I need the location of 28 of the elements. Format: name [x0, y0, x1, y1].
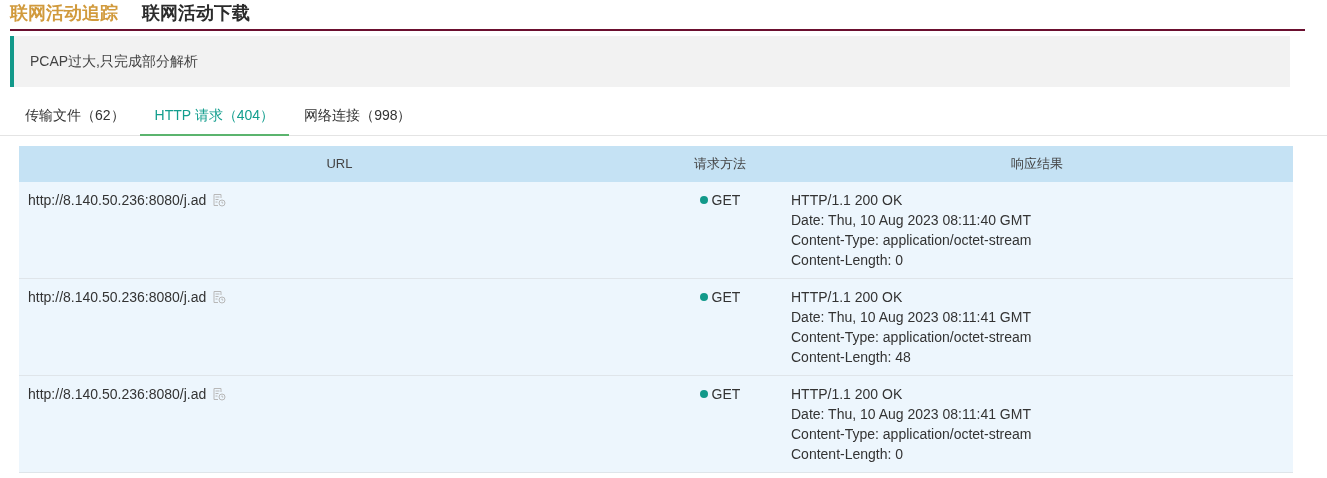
- url-text: http://8.140.50.236:8080/j.ad: [28, 385, 207, 404]
- column-header: 请求方法: [694, 155, 746, 174]
- response-line: Date: Thu, 10 Aug 2023 08:11:40 GMT: [791, 211, 1032, 230]
- response-line: Content-Type: application/octet-stream: [791, 231, 1033, 250]
- method-text: GET: [711, 191, 741, 210]
- header-tab[interactable]: 联网活动下载: [142, 0, 250, 29]
- url-text: http://8.140.50.236:8080/j.ad: [28, 288, 207, 307]
- response-line: Content-Type: application/octet-stream: [791, 425, 1033, 444]
- response-line: Date: Thu, 10 Aug 2023 08:11:41 GMT: [791, 405, 1032, 424]
- column-header: URL: [326, 155, 353, 174]
- tab[interactable]: 网络连接（998）: [289, 97, 427, 136]
- response-line: HTTP/1.1 200 OK: [791, 288, 904, 307]
- response-line: Content-Length: 0: [791, 445, 905, 464]
- column-header: 响应结果: [1010, 155, 1063, 174]
- response-line: Content-Length: 48: [791, 348, 912, 367]
- document-clock-icon[interactable]: [212, 387, 227, 401]
- response-line: HTTP/1.1 200 OK: [791, 191, 904, 210]
- alert-text: PCAP过大,只完成部分解析: [30, 52, 198, 71]
- document-clock-icon[interactable]: [212, 290, 227, 304]
- tab[interactable]: 传输文件（62）: [10, 97, 140, 136]
- response-line: Date: Thu, 10 Aug 2023 08:11:41 GMT: [791, 308, 1032, 327]
- response-line: HTTP/1.1 200 OK: [791, 385, 904, 404]
- method-text: GET: [711, 288, 741, 307]
- method-text: GET: [711, 385, 741, 404]
- url-text: http://8.140.50.236:8080/j.ad: [28, 191, 207, 210]
- response-line: Content-Type: application/octet-stream: [791, 328, 1033, 347]
- response-line: Content-Length: 0: [791, 251, 905, 270]
- document-clock-icon[interactable]: [212, 193, 227, 207]
